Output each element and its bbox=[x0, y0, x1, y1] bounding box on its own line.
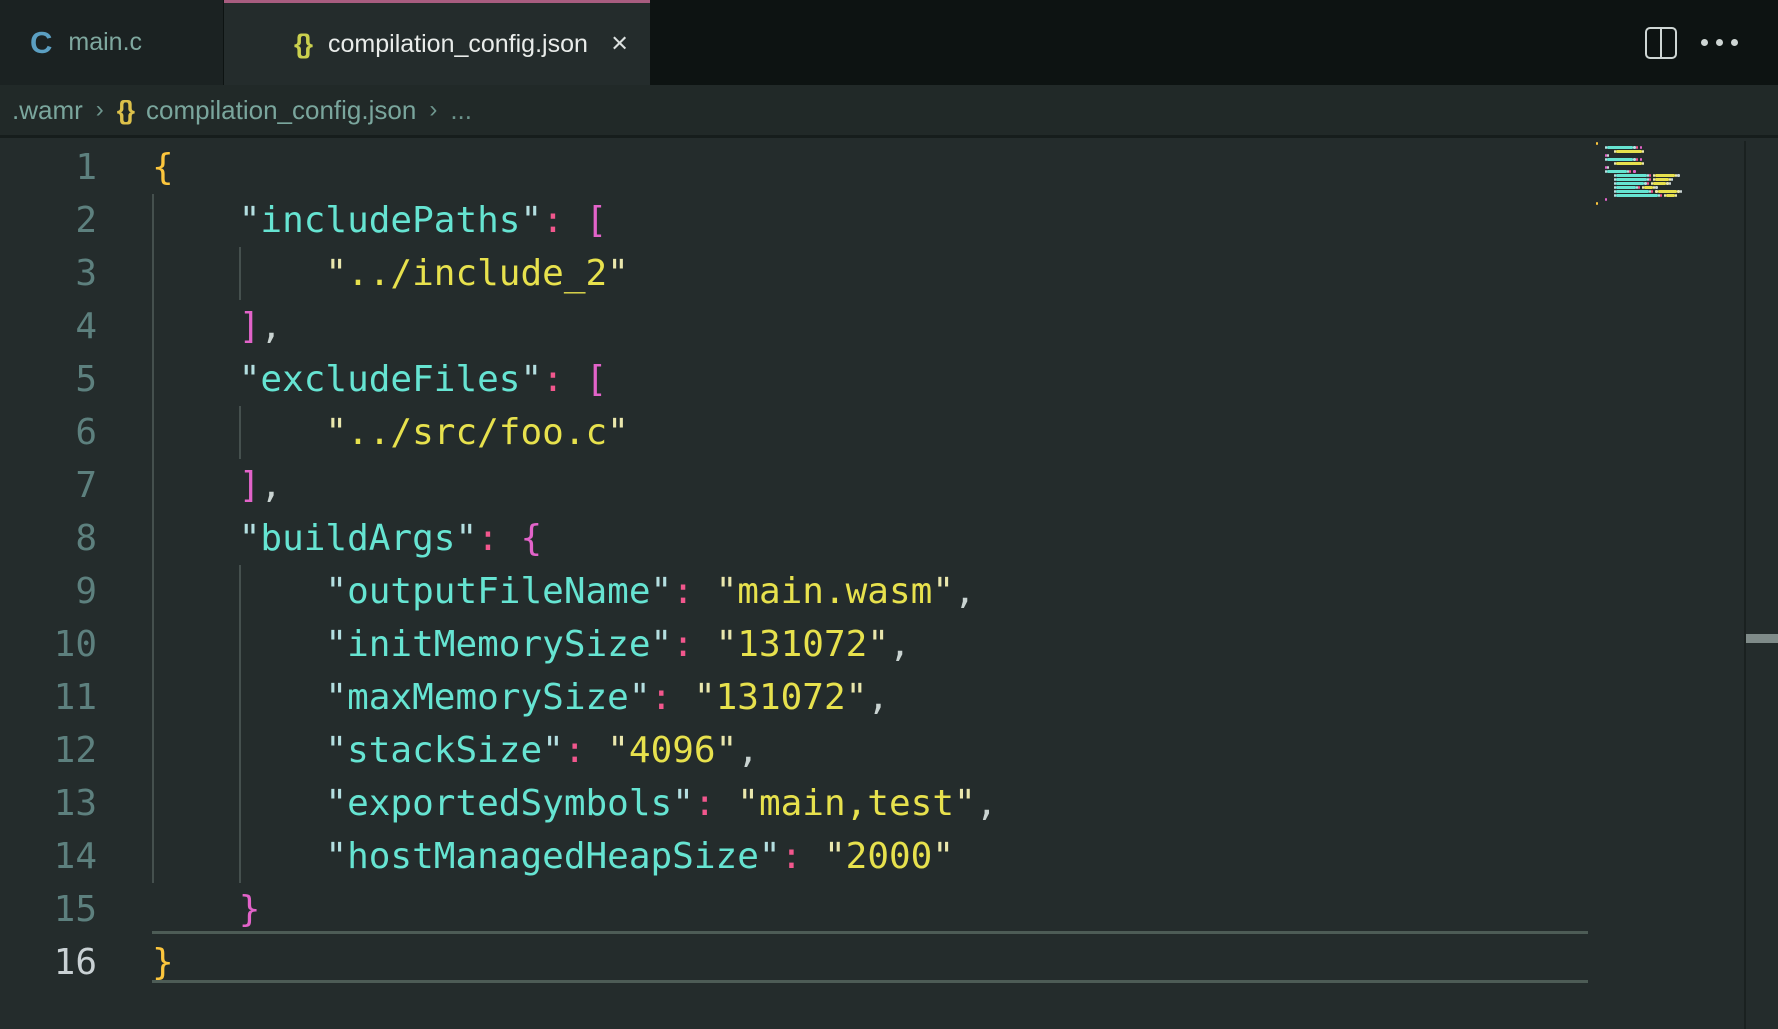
close-tab-icon[interactable]: × bbox=[611, 30, 628, 59]
code-lines: 1{2 "includePaths": [3 "../include_2"4 ]… bbox=[0, 141, 1778, 989]
more-actions-icon[interactable] bbox=[1701, 39, 1738, 46]
editor-tab-bar: C main.c {} compilation_config.json × bbox=[0, 0, 1778, 85]
minimap-line bbox=[1590, 201, 1744, 205]
json-braces-icon: {} bbox=[117, 95, 133, 126]
split-editor-icon[interactable] bbox=[1645, 27, 1677, 59]
code-line[interactable]: 1{ bbox=[0, 141, 1778, 194]
json-braces-icon: {} bbox=[294, 29, 311, 60]
line-number: 13 bbox=[0, 777, 97, 830]
code-line-text: "outputFileName": "main.wasm", bbox=[152, 565, 976, 618]
code-line-text: ], bbox=[152, 459, 282, 512]
line-number: 15 bbox=[0, 883, 97, 936]
code-line[interactable]: 2 "includePaths": [ bbox=[0, 194, 1778, 247]
code-line[interactable]: 3 "../include_2" bbox=[0, 247, 1778, 300]
code-line[interactable]: 4 ], bbox=[0, 300, 1778, 353]
line-number: 1 bbox=[0, 141, 97, 194]
code-line-text: "maxMemorySize": "131072", bbox=[152, 671, 889, 724]
line-number: 4 bbox=[0, 300, 97, 353]
minimap[interactable] bbox=[1590, 141, 1744, 1029]
line-number: 16 bbox=[0, 936, 97, 989]
c-lang-icon: C bbox=[30, 25, 52, 61]
code-line[interactable]: 12 "stackSize": "4096", bbox=[0, 724, 1778, 777]
code-line[interactable]: 7 ], bbox=[0, 459, 1778, 512]
code-line[interactable]: 9 "outputFileName": "main.wasm", bbox=[0, 565, 1778, 618]
chevron-right-icon: › bbox=[429, 96, 437, 124]
breadcrumb-item-file[interactable]: compilation_config.json bbox=[146, 95, 416, 126]
line-number: 8 bbox=[0, 512, 97, 565]
line-number: 3 bbox=[0, 247, 97, 300]
line-number: 6 bbox=[0, 406, 97, 459]
line-number: 5 bbox=[0, 353, 97, 406]
code-line-text: } bbox=[152, 883, 260, 936]
tab-label: compilation_config.json bbox=[328, 30, 588, 59]
breadcrumb-item-symbol-ellipsis[interactable]: ... bbox=[450, 95, 472, 126]
code-line-text: "stackSize": "4096", bbox=[152, 724, 759, 777]
code-line[interactable]: 5 "excludeFiles": [ bbox=[0, 353, 1778, 406]
code-line-text: { bbox=[152, 141, 174, 194]
code-line-text: "../src/foo.c" bbox=[152, 406, 629, 459]
vertical-scrollbar[interactable] bbox=[1746, 141, 1778, 1029]
vscode-editor-window: C main.c {} compilation_config.json × .w… bbox=[0, 0, 1778, 1029]
line-number: 12 bbox=[0, 724, 97, 777]
breadcrumb: .wamr › {} compilation_config.json › ... bbox=[0, 85, 1778, 138]
code-line[interactable]: 15 } bbox=[0, 883, 1778, 936]
code-line-text: "../include_2" bbox=[152, 247, 629, 300]
scroll-position-marker bbox=[1746, 634, 1778, 643]
code-line[interactable]: 14 "hostManagedHeapSize": "2000" bbox=[0, 830, 1778, 883]
line-number: 2 bbox=[0, 194, 97, 247]
code-line[interactable]: 13 "exportedSymbols": "main,test", bbox=[0, 777, 1778, 830]
code-line-text: "excludeFiles": [ bbox=[152, 353, 607, 406]
code-line-text: } bbox=[152, 936, 174, 989]
code-line-text: "hostManagedHeapSize": "2000" bbox=[152, 830, 954, 883]
code-editor[interactable]: 1{2 "includePaths": [3 "../include_2"4 ]… bbox=[0, 141, 1778, 1029]
code-line[interactable]: 10 "initMemorySize": "131072", bbox=[0, 618, 1778, 671]
line-number: 9 bbox=[0, 565, 97, 618]
code-line[interactable]: 11 "maxMemorySize": "131072", bbox=[0, 671, 1778, 724]
code-line-text: "includePaths": [ bbox=[152, 194, 607, 247]
line-number: 14 bbox=[0, 830, 97, 883]
tab-label: main.c bbox=[68, 28, 142, 57]
tab-main-c[interactable]: C main.c bbox=[0, 0, 223, 85]
code-line[interactable]: 6 "../src/foo.c" bbox=[0, 406, 1778, 459]
code-line[interactable]: 16} bbox=[0, 936, 1778, 989]
code-line-text: "buildArgs": { bbox=[152, 512, 542, 565]
line-number: 11 bbox=[0, 671, 97, 724]
code-line-text: "exportedSymbols": "main,test", bbox=[152, 777, 997, 830]
code-line-text: ], bbox=[152, 300, 282, 353]
line-number: 7 bbox=[0, 459, 97, 512]
chevron-right-icon: › bbox=[96, 96, 104, 124]
breadcrumb-item-folder[interactable]: .wamr bbox=[12, 95, 83, 126]
code-line[interactable]: 8 "buildArgs": { bbox=[0, 512, 1778, 565]
code-line-text: "initMemorySize": "131072", bbox=[152, 618, 911, 671]
editor-actions bbox=[1645, 0, 1738, 85]
line-number: 10 bbox=[0, 618, 97, 671]
tab-compilation-config-json[interactable]: {} compilation_config.json × bbox=[224, 0, 650, 85]
